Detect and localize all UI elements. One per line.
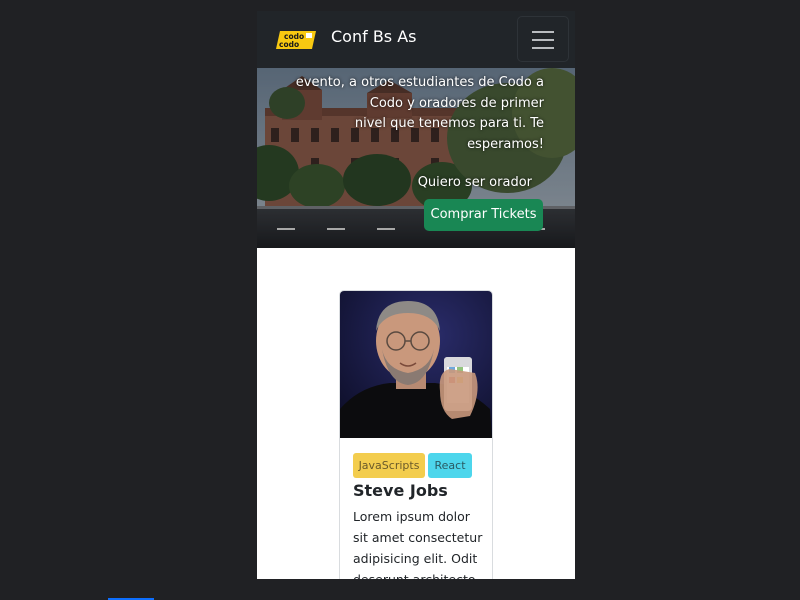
speaker-card: JavaScripts React Steve Jobs Lorem ipsum…: [339, 290, 493, 579]
tag-badge-javascript: JavaScripts: [353, 453, 425, 478]
hero-line: nivel que tenemos para ti. Te: [354, 116, 544, 131]
become-speaker-link[interactable]: Quiero ser orador: [418, 174, 532, 192]
hamburger-icon: [532, 31, 554, 33]
speaker-description-line: adipisicing elit. Odit: [353, 551, 478, 566]
hero-line: evento, a otros estudiantes de Codo a: [295, 75, 544, 90]
hero-description: evento, a otros estudiantes de Codo a Co…: [294, 73, 544, 155]
speaker-name: Steve Jobs: [353, 481, 448, 500]
speaker-description-line: deserunt architecto: [353, 569, 483, 579]
buy-tickets-button[interactable]: Comprar Tickets: [424, 199, 543, 231]
hero-line: esperamos!: [467, 136, 544, 152]
speaker-photo: [340, 291, 492, 438]
navbar: codo codo Conf Bs As: [257, 11, 575, 69]
tag-badge-react: React: [428, 453, 472, 478]
speaker-description-line: sit amet consectetur: [353, 530, 483, 545]
brand-title[interactable]: Conf Bs As: [331, 25, 417, 49]
hero-line: Codo y oradores de primer: [369, 95, 544, 111]
hero-banner: evento, a otros estudiantes de Codo a Co…: [257, 68, 575, 248]
codo-a-codo-logo[interactable]: codo codo: [276, 29, 316, 51]
svg-text:codo: codo: [279, 40, 299, 49]
menu-toggle-button[interactable]: [517, 16, 569, 62]
speaker-description-line: Lorem ipsum dolor: [353, 509, 470, 524]
speaker-description: Lorem ipsum dolor sit amet consectetur a…: [353, 506, 483, 579]
mobile-viewport: codo codo Conf Bs As evento, a otros est…: [257, 11, 575, 579]
hamburger-icon-middle: [532, 39, 554, 41]
hamburger-icon-bottom: [532, 47, 554, 49]
